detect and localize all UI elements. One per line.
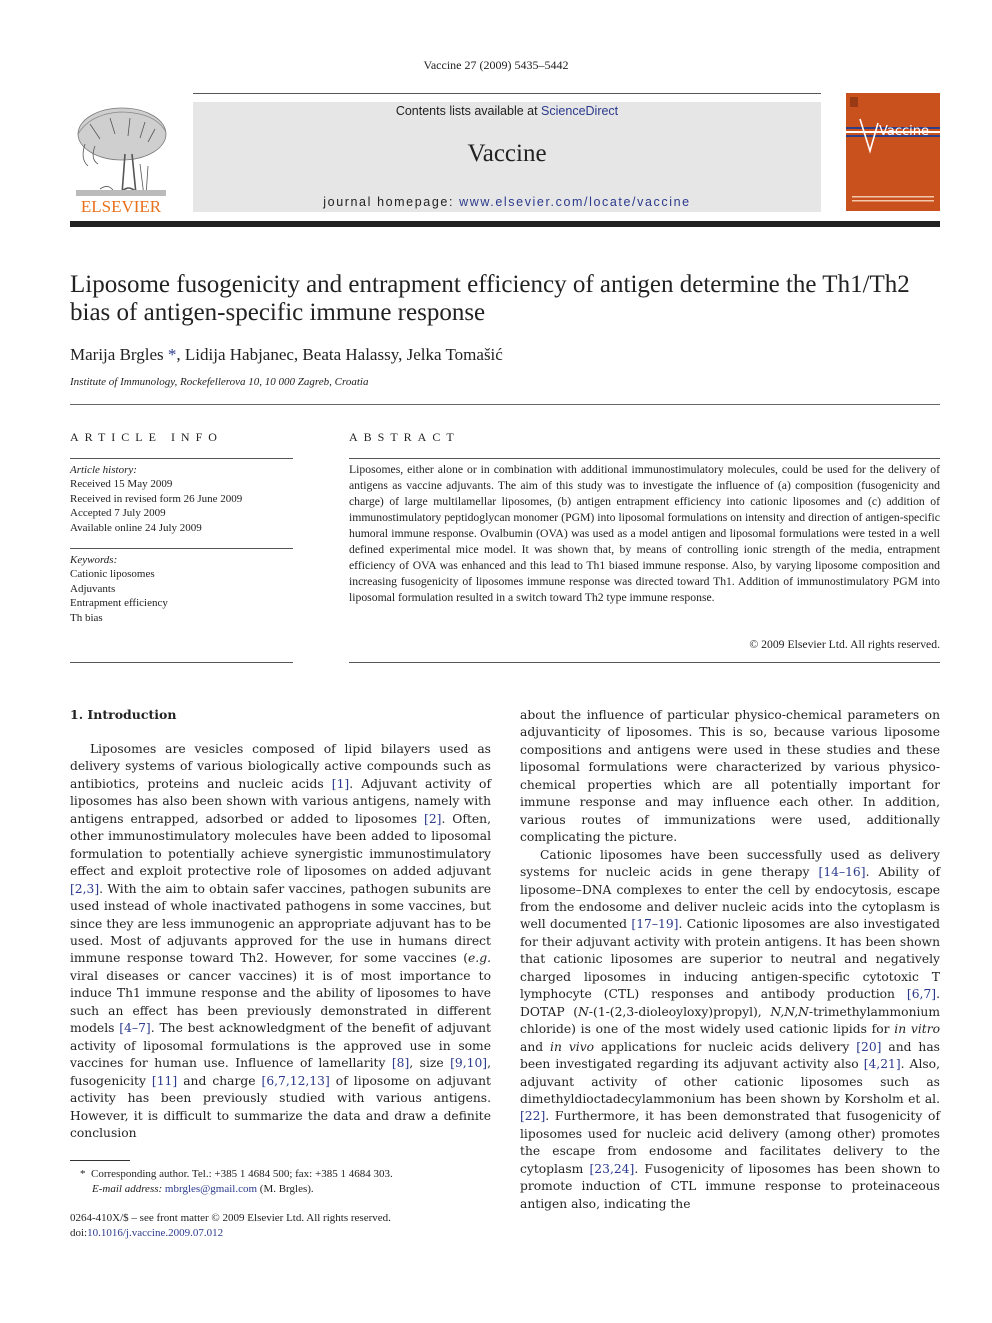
journal-name: Vaccine bbox=[467, 140, 547, 167]
history-item: Available online 24 July 2009 bbox=[70, 521, 202, 534]
abstract-divider bbox=[349, 458, 940, 459]
italic-text: in vitro bbox=[894, 1022, 940, 1037]
paragraph: about the influence of particular physic… bbox=[520, 708, 940, 845]
elsevier-logo[interactable]: ELSEVIER bbox=[70, 104, 172, 216]
cover-title: Vaccine bbox=[879, 124, 929, 139]
citation-link[interactable]: [4,21] bbox=[864, 1057, 901, 1071]
abstract-heading: ABSTRACT bbox=[349, 430, 460, 444]
body-column-left: Liposomes are vesicles composed of lipid… bbox=[70, 741, 491, 1142]
body-column-right: about the influence of particular physic… bbox=[520, 707, 940, 1213]
header-divider bbox=[193, 93, 821, 94]
abstract-copyright: © 2009 Elsevier Ltd. All rights reserved… bbox=[749, 638, 940, 651]
italic-text: e.g. bbox=[468, 951, 491, 966]
front-matter: 0264-410X/$ – see front matter © 2009 El… bbox=[70, 1211, 491, 1241]
email-label: E-mail address: bbox=[92, 1183, 163, 1195]
italic-text: N,N,N bbox=[770, 1004, 809, 1019]
abstract-divider bbox=[349, 662, 940, 663]
author-affiliation: Institute of Immunology, Rockefellerova … bbox=[70, 376, 369, 388]
citation-link[interactable]: [4–7] bbox=[119, 1021, 150, 1035]
footnote-text: Corresponding author. Tel.: +385 1 4684 … bbox=[91, 1168, 393, 1180]
doi-prefix: doi: bbox=[70, 1227, 88, 1239]
keyword-item: Adjuvants bbox=[70, 582, 116, 595]
keyword-item: Cationic liposomes bbox=[70, 568, 155, 581]
history-item: Received 15 May 2009 bbox=[70, 478, 173, 491]
history-item: Accepted 7 July 2009 bbox=[70, 507, 166, 520]
contents-line: Contents lists available at ScienceDirec… bbox=[193, 104, 821, 118]
citation-link[interactable]: [2] bbox=[424, 812, 441, 826]
article-history: Article history: Received 15 May 2009 Re… bbox=[70, 463, 293, 535]
elsevier-wordmark: ELSEVIER bbox=[81, 197, 162, 214]
footnote-divider bbox=[70, 1160, 130, 1161]
keywords: Keywords: Cationic liposomes Adjuvants E… bbox=[70, 553, 293, 625]
vaccine-cover-icon: Vaccine bbox=[846, 93, 940, 211]
homepage-link[interactable]: www.elsevier.com/locate/vaccine bbox=[459, 195, 691, 209]
issn-line: 0264-410X/$ – see front matter © 2009 El… bbox=[70, 1212, 391, 1224]
journal-reference: Vaccine 27 (2009) 5435–5442 bbox=[423, 58, 569, 72]
italic-text: N bbox=[578, 1004, 589, 1019]
article-info-divider bbox=[70, 548, 293, 549]
citation-link[interactable]: [1] bbox=[332, 777, 349, 791]
citation-link[interactable]: [14–16] bbox=[819, 865, 866, 879]
citation-link[interactable]: [23,24] bbox=[590, 1162, 635, 1176]
journal-homepage: journal homepage: www.elsevier.com/locat… bbox=[193, 195, 821, 209]
other-authors: , Lidija Habjanec, Beata Halassy, Jelka … bbox=[176, 345, 503, 364]
citation-link[interactable]: [9,10] bbox=[450, 1056, 487, 1070]
abstract-text: Liposomes, either alone or in combinatio… bbox=[349, 463, 940, 604]
citation-link[interactable]: [11] bbox=[152, 1074, 177, 1088]
affiliation-divider bbox=[70, 404, 940, 405]
doi-link[interactable]: 10.1016/j.vaccine.2009.07.012 bbox=[87, 1227, 223, 1239]
citation-link[interactable]: [8] bbox=[392, 1056, 409, 1070]
keyword-item: Entrapment efficiency bbox=[70, 597, 168, 610]
citation-link[interactable]: [20] bbox=[856, 1040, 881, 1054]
footnote-mark: * bbox=[80, 1168, 86, 1180]
article-title: Liposome fusogenicity and entrapment eff… bbox=[70, 271, 910, 326]
keywords-label: Keywords: bbox=[70, 554, 118, 566]
sciencedirect-link[interactable]: ScienceDirect bbox=[541, 104, 618, 118]
email-link[interactable]: mbrgles@gmail.com bbox=[165, 1183, 257, 1195]
citation-link[interactable]: [22] bbox=[520, 1109, 545, 1123]
citation-link[interactable]: [2,3] bbox=[70, 882, 99, 896]
history-item: Received in revised form 26 June 2009 bbox=[70, 492, 243, 505]
history-label: Article history: bbox=[70, 464, 137, 476]
first-author[interactable]: Marija Brgles bbox=[70, 345, 164, 364]
citation-link[interactable]: [17–19] bbox=[631, 917, 678, 931]
email-suffix: (M. Brgles). bbox=[257, 1183, 314, 1195]
citation-link[interactable]: [6,7,12,13] bbox=[262, 1074, 330, 1088]
keyword-item: Th bias bbox=[70, 611, 103, 624]
paragraph: Liposomes are vesicles composed of lipid… bbox=[70, 742, 492, 1140]
corresponding-author-footnote: * Corresponding author. Tel.: +385 1 468… bbox=[70, 1167, 491, 1197]
journal-cover-image[interactable]: Vaccine bbox=[846, 93, 940, 211]
article-info-divider bbox=[70, 458, 293, 459]
header-thick-divider bbox=[70, 221, 940, 227]
italic-text: in vivo bbox=[550, 1039, 595, 1054]
author-list: Marija Brgles *, Lidija Habjanec, Beata … bbox=[70, 345, 503, 365]
homepage-prefix: journal homepage: bbox=[323, 195, 460, 209]
article-info-heading: ARTICLE INFO bbox=[70, 430, 223, 444]
section-heading-introduction: 1. Introduction bbox=[70, 707, 177, 722]
contents-prefix: Contents lists available at bbox=[395, 104, 542, 118]
article-info-divider bbox=[70, 662, 293, 663]
elsevier-tree-icon: ELSEVIER bbox=[76, 107, 167, 216]
citation-link[interactable]: [6,7] bbox=[907, 987, 936, 1001]
paragraph: Cationic liposomes have been successfull… bbox=[520, 847, 940, 1211]
